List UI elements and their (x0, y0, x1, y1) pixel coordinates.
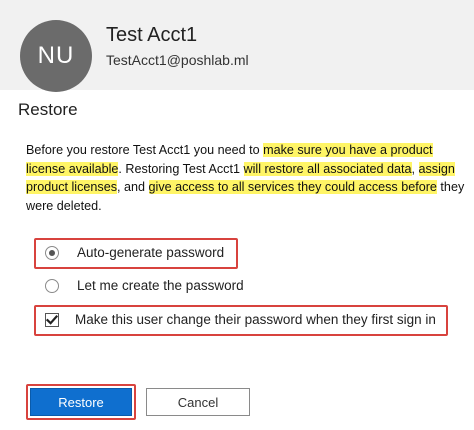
checkmark-icon (46, 314, 58, 325)
restore-description: Before you restore Test Acct1 you need t… (26, 141, 466, 215)
option-auto-generate-password[interactable]: Auto-generate password (45, 245, 224, 260)
force-change-label: Make this user change their password whe… (75, 312, 436, 327)
panel-title: Restore (18, 100, 78, 119)
description-text: , and (117, 180, 149, 194)
auto-generate-label: Auto-generate password (77, 245, 225, 260)
avatar-initials: NU (37, 42, 75, 69)
description-highlight: give access to all services they could a… (148, 180, 437, 194)
create-password-label: Let me create the password (77, 278, 244, 293)
cancel-button[interactable]: Cancel (146, 388, 250, 416)
create-password-radio[interactable] (45, 278, 59, 293)
description-text: . Restoring Test Acct1 (118, 161, 244, 176)
option-force-password-change[interactable]: Make this user change their password whe… (45, 312, 436, 327)
restore-button[interactable]: Restore (30, 388, 132, 416)
auto-generate-radio[interactable] (45, 245, 59, 260)
avatar: NU (20, 20, 92, 92)
description-text: Before you restore Test Acct1 you need t… (26, 143, 264, 157)
description-highlight: will restore all associated data (243, 161, 412, 176)
user-display-name: Test Acct1 (106, 24, 198, 46)
option-create-password[interactable]: Let me create the password (45, 278, 244, 293)
user-header: NU Test Acct1 TestAcct1@poshlab.ml (0, 0, 474, 92)
force-change-checkbox[interactable] (45, 312, 59, 327)
user-email: TestAcct1@poshlab.ml (106, 52, 249, 68)
description-text: , (411, 161, 419, 176)
